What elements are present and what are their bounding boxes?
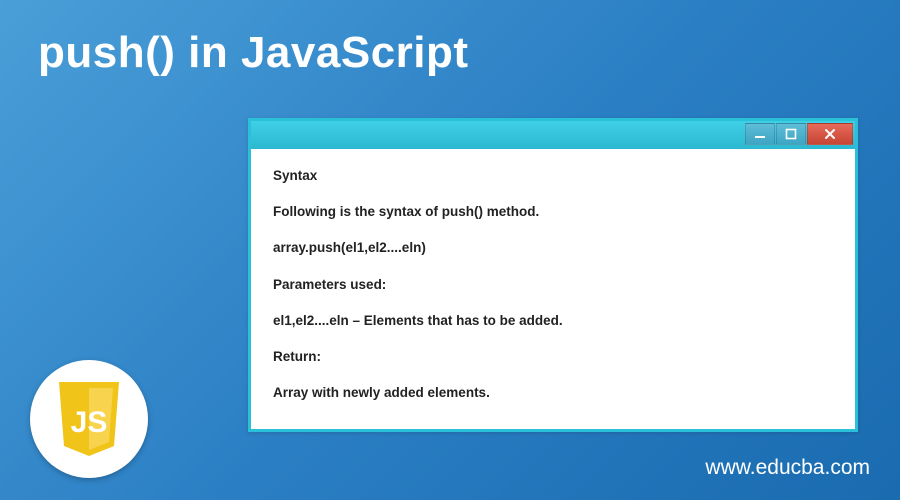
syntax-description: Following is the syntax of push() method… xyxy=(273,203,833,221)
syntax-code: array.push(el1,el2....eln) xyxy=(273,239,833,257)
js-logo: JS xyxy=(30,360,148,478)
page-title: push() in JavaScript xyxy=(38,28,469,78)
maximize-icon xyxy=(785,128,797,140)
return-description: Array with newly added elements. xyxy=(273,384,833,402)
syntax-heading: Syntax xyxy=(273,167,833,185)
close-button[interactable] xyxy=(807,123,853,145)
return-heading: Return: xyxy=(273,348,833,366)
js-shield-icon: JS xyxy=(53,378,125,460)
svg-text:JS: JS xyxy=(71,406,108,439)
window-titlebar xyxy=(251,121,855,149)
minimize-button[interactable] xyxy=(745,123,775,145)
minimize-icon xyxy=(754,128,766,140)
maximize-button[interactable] xyxy=(776,123,806,145)
footer-url: www.educba.com xyxy=(705,456,870,480)
close-icon xyxy=(823,127,837,141)
example-window: Syntax Following is the syntax of push()… xyxy=(248,118,858,432)
parameters-heading: Parameters used: xyxy=(273,276,833,294)
parameters-description: el1,el2....eln – Elements that has to be… xyxy=(273,312,833,330)
window-content: Syntax Following is the syntax of push()… xyxy=(251,149,855,429)
